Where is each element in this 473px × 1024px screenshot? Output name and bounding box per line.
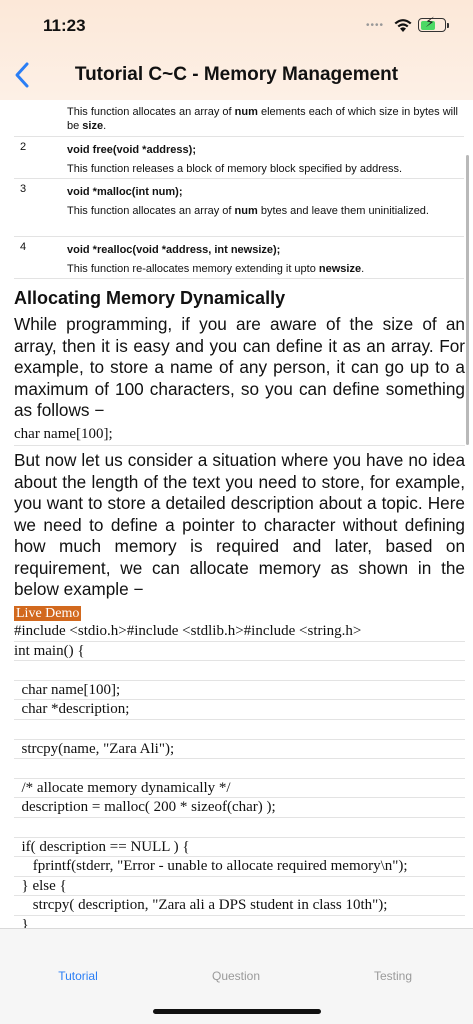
row-number: 4 (20, 241, 27, 253)
function-description: This function allocates an array of num … (67, 106, 458, 132)
tab-testing[interactable]: Testing (333, 969, 453, 983)
wifi-icon (394, 19, 412, 32)
cellular-signal-icon: •••• (366, 20, 385, 31)
scroll-indicator[interactable] (466, 155, 469, 445)
live-demo-link[interactable]: Live Demo (14, 606, 82, 621)
inline-code: char name[100]; (14, 425, 465, 446)
page-title: Tutorial C~C - Memory Management (74, 64, 399, 85)
top-area: 11:23 •••• ⚡ Tutorial C~C - Memory Manag… (0, 0, 473, 100)
code-line: fprintf(stderr, "Error - unable to alloc… (14, 857, 465, 877)
code-line (14, 720, 465, 740)
tab-question[interactable]: Question (176, 969, 296, 983)
function-description: This function re-allocates memory extend… (67, 263, 365, 275)
code-line (14, 661, 465, 681)
function-description: This function allocates an array of num … (67, 205, 429, 217)
function-signature: void *malloc(int num); (67, 186, 183, 198)
code-line: char name[100]; (14, 681, 465, 701)
code-line (14, 818, 465, 838)
status-bar: 11:23 •••• ⚡ (0, 0, 473, 50)
paragraph: While programming, if you are aware of t… (14, 314, 465, 420)
battery-cap (447, 23, 449, 28)
function-description: This function releases a block of memory… (67, 163, 403, 175)
code-line (14, 759, 465, 779)
row-number: 2 (20, 141, 27, 153)
code-line: if( description == NULL ) { (14, 838, 465, 858)
code-line: #include <stdio.h>#include <stdlib.h>#in… (14, 622, 465, 642)
table-row: This function allocates an array of num … (14, 100, 464, 137)
content-scroll-area[interactable]: This function allocates an array of num … (0, 100, 473, 928)
function-signature: void *realloc(void *address, int newsize… (67, 244, 281, 256)
code-line: } else { (14, 877, 465, 897)
table-row: 2 void free(void *address); This functio… (14, 137, 464, 179)
functions-table: This function allocates an array of num … (14, 100, 464, 279)
code-line: } (14, 916, 465, 928)
code-line: description = malloc( 200 * sizeof(char)… (14, 798, 465, 818)
charging-bolt-icon: ⚡ (425, 14, 435, 30)
nav-bar: Tutorial C~C - Memory Management (0, 52, 473, 98)
home-indicator[interactable] (153, 1009, 321, 1014)
row-number: 3 (20, 183, 27, 195)
function-signature: void free(void *address); (67, 144, 196, 156)
table-row: 4 void *realloc(void *address, int newsi… (14, 237, 464, 279)
status-time: 11:23 (43, 16, 86, 35)
code-block: #include <stdio.h>#include <stdlib.h>#in… (14, 622, 465, 928)
code-line: /* allocate memory dynamically */ (14, 779, 465, 799)
section-heading: Allocating Memory Dynamically (14, 288, 286, 308)
code-line: char *description; (14, 700, 465, 720)
paragraph: But now let us consider a situation wher… (14, 450, 465, 599)
tab-tutorial[interactable]: Tutorial (18, 969, 138, 983)
code-line: int main() { (14, 642, 465, 662)
table-row: 3 void *malloc(int num); This function a… (14, 179, 464, 237)
code-line: strcpy(name, "Zara Ali"); (14, 740, 465, 760)
code-line: strcpy( description, "Zara ali a DPS stu… (14, 896, 465, 916)
